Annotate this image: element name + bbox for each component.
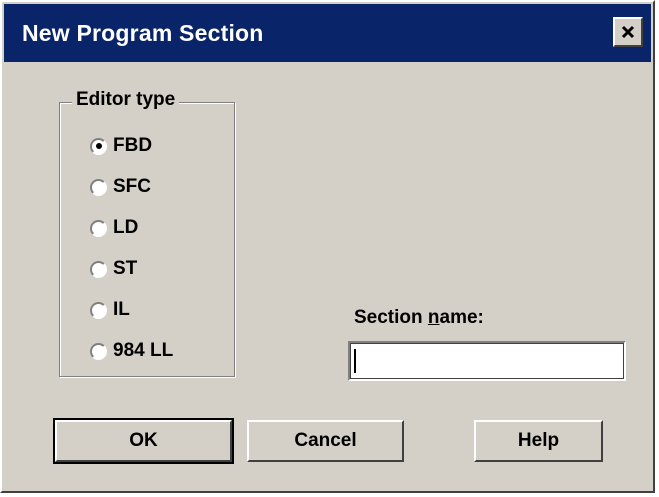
radio-label-fbd: FBD xyxy=(113,135,153,156)
radio-option-il[interactable]: IL xyxy=(90,296,130,324)
radio-option-ld[interactable]: LD xyxy=(90,214,138,242)
text-cursor xyxy=(354,349,356,373)
section-name-label-suffix: ame: xyxy=(439,307,484,328)
editor-type-label: Editor type xyxy=(72,89,180,111)
close-button[interactable] xyxy=(613,17,643,47)
window-title: New Program Section xyxy=(22,20,264,46)
radio-option-fbd[interactable]: FBD xyxy=(90,132,152,160)
radio-label-sfc: SFC xyxy=(113,176,151,197)
radio-button-icon[interactable] xyxy=(90,219,107,237)
help-button[interactable]: Help xyxy=(474,420,603,462)
radio-label-st: ST xyxy=(113,258,138,279)
new-program-section-dialog: New Program Section Editor type FBD SFC … xyxy=(0,0,655,493)
cancel-button[interactable]: Cancel xyxy=(247,420,404,462)
ok-button[interactable]: OK xyxy=(53,418,234,464)
section-name-label-mnemonic: n xyxy=(427,307,440,328)
radio-selected-dot-icon xyxy=(95,143,102,149)
radio-label-ld: LD xyxy=(113,217,139,238)
radio-button-icon[interactable] xyxy=(90,301,107,319)
radio-option-sfc[interactable]: SFC xyxy=(90,173,151,201)
title-bar[interactable]: New Program Section xyxy=(4,4,651,62)
close-icon xyxy=(621,25,635,39)
radio-label-984ll: 984 LL xyxy=(113,340,174,361)
section-name-label: Section name: xyxy=(354,307,484,329)
section-name-label-prefix: Section xyxy=(354,307,428,328)
radio-option-st[interactable]: ST xyxy=(90,255,137,283)
radio-button-icon[interactable] xyxy=(90,137,107,155)
radio-label-il: IL xyxy=(113,299,130,320)
section-name-input[interactable] xyxy=(348,341,626,381)
editor-type-group: Editor type FBD SFC LD ST IL 984 LL xyxy=(59,89,235,377)
radio-button-icon[interactable] xyxy=(90,260,107,278)
radio-button-icon[interactable] xyxy=(90,342,107,360)
radio-button-icon[interactable] xyxy=(90,178,107,196)
radio-option-984ll[interactable]: 984 LL xyxy=(90,337,173,365)
